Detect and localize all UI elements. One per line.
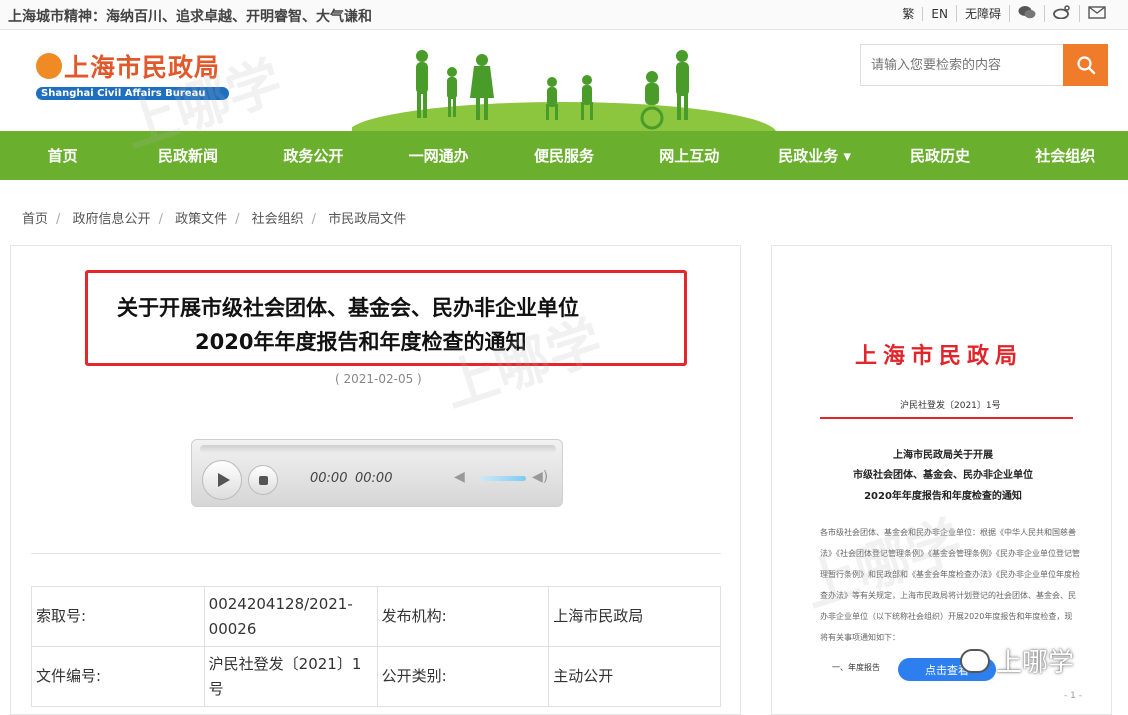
nav-gov-affairs[interactable]: 政务公开 (251, 145, 376, 166)
nav-history[interactable]: 民政历史 (877, 145, 1002, 166)
family-banner-illustration (352, 50, 777, 132)
volume-mute-icon[interactable]: ◀ (454, 469, 465, 485)
search-box (860, 44, 1108, 86)
logo-mark-icon (36, 53, 62, 79)
top-bar: 上海城市精神：海纳百川、追求卓越、开明睿智、大气谦和 繁 EN 无障碍 (0, 0, 1128, 30)
doc-number: 沪民社登发〔2021〕1号 (900, 401, 1001, 411)
search-button[interactable] (1063, 44, 1108, 86)
wechat-watermark: 上哪学 (960, 642, 1074, 679)
meta-key: 发布机构: (376, 586, 550, 647)
audio-player: 00:00 00:00 ◀ ◀) (191, 439, 563, 507)
doc-red-rule (820, 417, 1073, 419)
volume-max-icon[interactable]: ◀) (532, 469, 548, 485)
nav-business-dropdown[interactable]: 民政业务 ▾ (752, 145, 877, 166)
stop-icon (258, 475, 268, 485)
wechat-icon (960, 648, 990, 673)
meta-value: 0024204128/2021-00026 (203, 586, 378, 647)
breadcrumb-item[interactable]: 社会组织 (252, 212, 304, 227)
english-link[interactable]: EN (922, 6, 956, 21)
doc-section-heading: 一、年度报告 (832, 663, 880, 672)
search-icon (1076, 56, 1095, 75)
nav-services[interactable]: 便民服务 (501, 145, 626, 166)
doc-title-line: 市级社会团体、基金会、民办非企业单位 (853, 470, 1033, 481)
document-meta-table: 索取号: 0024204128/2021-00026 发布机构: 上海市民政局 … (31, 586, 721, 707)
search-input[interactable] (861, 45, 1064, 85)
traditional-chinese-link[interactable]: 繁 (894, 5, 922, 22)
article-title-line1: 关于开展市级社会团体、基金会、民办非企业单位 (117, 296, 579, 320)
accessibility-link[interactable]: 无障碍 (955, 5, 1009, 22)
meta-key: 公开类别: (376, 646, 550, 707)
nav-home[interactable]: 首页 (0, 145, 125, 166)
total-time: 00:00 (355, 471, 393, 486)
stop-button[interactable] (248, 465, 278, 495)
watermark-brand-text: 上哪学 (996, 648, 1075, 678)
volume-slider[interactable] (480, 476, 526, 481)
publish-date: ( 2021-02-05 ) (335, 372, 422, 386)
table-row: 索取号: 0024204128/2021-00026 发布机构: 上海市民政局 (31, 586, 721, 647)
current-time: 00:00 (310, 471, 348, 486)
meta-value: 沪民社登发〔2021〕1号 (203, 646, 378, 707)
meta-key: 索取号: (31, 586, 205, 647)
audio-progress-track[interactable] (200, 445, 556, 453)
article-panel: 关于开展市级社会团体、基金会、民办非企业单位 2020年年度报告和年度检查的通知… (10, 245, 741, 715)
breadcrumb-item[interactable]: 政府信息公开 (73, 212, 151, 227)
doc-page-number: - 1 - (1064, 691, 1082, 701)
breadcrumb-item[interactable]: 政策文件 (175, 212, 227, 227)
top-links: 繁 EN 无障碍 (894, 5, 1114, 22)
breadcrumb: 首页 / 政府信息公开 / 政策文件 / 社会组织 / 市民政局文件 (22, 212, 407, 227)
breadcrumb-item[interactable]: 首页 (22, 212, 48, 227)
wechat-icon[interactable] (1009, 5, 1044, 22)
weibo-icon[interactable] (1044, 5, 1079, 22)
mail-icon[interactable] (1079, 5, 1114, 22)
meta-value: 上海市民政局 (548, 586, 721, 647)
doc-issuer-header: 上海市民政局 (855, 343, 1024, 369)
nav-interaction[interactable]: 网上互动 (627, 145, 752, 166)
meta-value: 主动公开 (548, 646, 721, 707)
breadcrumb-item[interactable]: 市民政局文件 (328, 212, 406, 227)
meta-key: 文件编号: (31, 646, 205, 707)
table-row: 文件编号: 沪民社登发〔2021〕1号 公开类别: 主动公开 (31, 646, 721, 707)
doc-title-line: 上海市民政局关于开展 (893, 450, 993, 461)
city-spirit-text: 上海城市精神：海纳百川、追求卓越、开明睿智、大气谦和 (8, 9, 372, 25)
divider (31, 553, 721, 554)
nav-one-stop[interactable]: 一网通办 (376, 145, 501, 166)
nav-social-org[interactable]: 社会组织 (1003, 145, 1128, 166)
play-icon (218, 473, 230, 487)
play-button[interactable] (202, 460, 242, 500)
